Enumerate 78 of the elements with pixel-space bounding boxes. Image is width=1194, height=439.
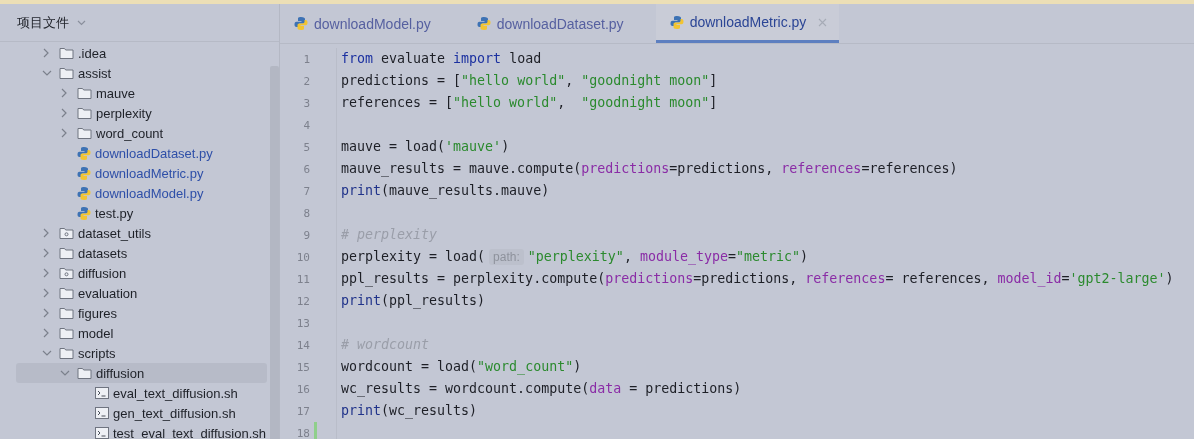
file-name: mauve xyxy=(96,85,136,101)
code-line: wc_results = wordcount.compute(data = predictions) xyxy=(336,378,742,400)
file-name: test.py xyxy=(95,205,134,221)
file-name: diffusion xyxy=(96,365,145,381)
code-line: print(ppl_results) xyxy=(336,290,486,312)
python-file-icon xyxy=(294,16,308,31)
line-number: 5 xyxy=(302,140,310,154)
file-name: perplexity xyxy=(96,105,152,121)
python-file-icon xyxy=(669,14,684,30)
folder-icon xyxy=(77,86,92,100)
line-number: 18 xyxy=(295,426,310,439)
line-number: 15 xyxy=(295,360,310,374)
line-number: 3 xyxy=(302,96,310,110)
line-number: 16 xyxy=(295,382,310,396)
folder-icon xyxy=(77,106,92,120)
close-icon[interactable] xyxy=(818,17,828,27)
python-file-icon xyxy=(77,205,91,221)
code-line: from evaluate import load xyxy=(336,48,542,70)
code-line: print(mauve_results.mauve) xyxy=(336,180,550,202)
line-number: 13 xyxy=(295,316,310,330)
file-name: scripts xyxy=(78,345,116,361)
folder-icon xyxy=(59,66,74,80)
code-line: print(wc_results) xyxy=(336,400,478,422)
line-number: 9 xyxy=(302,228,310,242)
python-file-icon xyxy=(77,165,91,181)
line-number: 4 xyxy=(302,118,310,132)
line-number: 10 xyxy=(295,250,310,264)
code-line: references = ["hello world", "goodnight moon"] xyxy=(336,92,718,114)
file-name: downloadDataset.py xyxy=(95,145,213,161)
file-name: evaluation xyxy=(78,285,138,301)
code-line: mauve_results = mauve.compute(predictions=predictions, references=references) xyxy=(336,158,958,180)
folder-icon xyxy=(77,126,92,140)
line-number: 8 xyxy=(302,206,310,220)
file-name: downloadMetric.py xyxy=(95,165,204,181)
line-number: 12 xyxy=(295,294,310,308)
file-name: downloadModel.py xyxy=(95,185,204,201)
line-number: 7 xyxy=(302,184,310,198)
shell-script-icon xyxy=(95,386,109,400)
line-number: 14 xyxy=(295,338,310,352)
folder-icon xyxy=(59,346,74,360)
file-name: dataset_utils xyxy=(78,225,151,241)
file-name: diffusion xyxy=(78,265,127,281)
line-number: 1 xyxy=(302,52,310,66)
shell-script-icon xyxy=(95,426,109,439)
line-number: 17 xyxy=(295,404,310,418)
editor-tab[interactable]: downloadModel.py xyxy=(280,4,445,43)
python-file-icon xyxy=(77,145,91,161)
folder-icon xyxy=(59,326,74,340)
python-file-icon xyxy=(77,185,91,201)
line-number: 11 xyxy=(295,272,310,286)
package-folder-icon xyxy=(59,266,74,280)
file-name: eval_text_diffusion.sh xyxy=(113,385,238,401)
folder-icon xyxy=(59,246,74,260)
line-number: 2 xyxy=(302,74,310,88)
editor-tab[interactable]: downloadDataset.py xyxy=(462,4,638,43)
file-name: model xyxy=(78,325,114,341)
folder-icon xyxy=(59,286,74,300)
file-name: .idea xyxy=(78,45,107,61)
folder-icon xyxy=(59,46,74,60)
file-name: word_count xyxy=(96,125,164,141)
chevron-down-icon[interactable] xyxy=(77,19,86,26)
code-line: wordcount = load("word_count") xyxy=(336,356,582,378)
folder-icon xyxy=(59,306,74,320)
line-number: 6 xyxy=(302,162,310,176)
file-name: gen_text_diffusion.sh xyxy=(113,405,236,421)
python-file-icon xyxy=(476,16,491,31)
package-folder-icon xyxy=(59,226,74,240)
folder-icon xyxy=(77,366,92,380)
shell-script-icon xyxy=(95,406,109,420)
panel-title[interactable]: 项目文件 xyxy=(17,13,69,32)
file-name: assist xyxy=(78,65,112,81)
file-name: figures xyxy=(78,305,118,321)
code-line: ppl_results = perplexity.compute(predictions=predictions, references= references, model_id='gpt2-large') xyxy=(336,268,1174,290)
selected-row[interactable]: diffusion xyxy=(16,363,267,383)
code-line: mauve = load('mauve') xyxy=(336,136,510,158)
file-name: datasets xyxy=(78,245,128,261)
editor-tab[interactable]: downloadMetric.py xyxy=(655,4,840,43)
code-line: predictions = ["hello world", "goodnight moon"] xyxy=(336,70,718,92)
